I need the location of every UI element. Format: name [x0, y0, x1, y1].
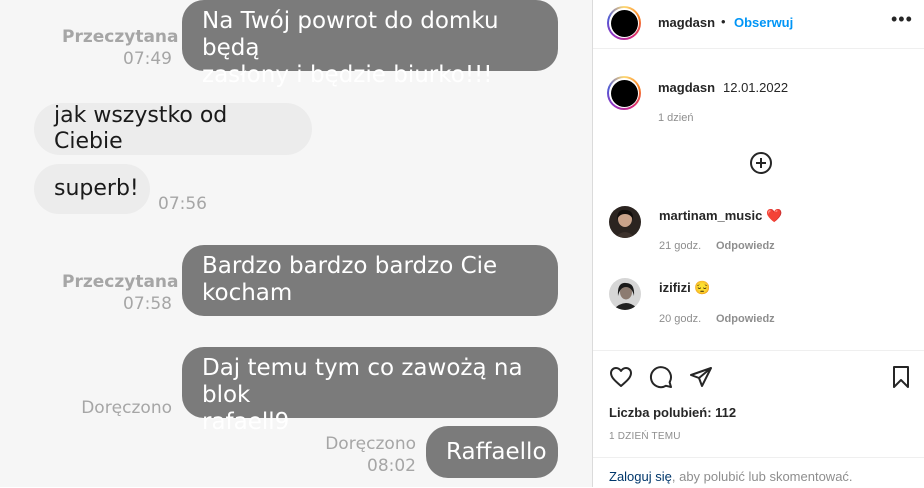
caption-age: 1 dzień — [658, 112, 694, 124]
post-actions — [593, 350, 924, 389]
send-icon[interactable] — [689, 365, 713, 389]
comment-username[interactable]: martinam_music — [659, 208, 762, 223]
likes-count[interactable]: Liczba polubień: 112 — [609, 405, 736, 420]
reply-button[interactable]: Odpowiedz — [716, 313, 775, 325]
incoming-message: superb! — [34, 164, 150, 214]
message-time: 07:56 — [158, 194, 207, 214]
avatar[interactable] — [607, 6, 641, 40]
message-status: Doręczono — [81, 398, 172, 418]
comment-text: izifizi 😔 — [659, 280, 711, 296]
post-age: 1 DZIEŃ TEMU — [609, 431, 681, 442]
more-horizontal-icon[interactable]: ••• — [891, 9, 913, 30]
bookmark-icon[interactable] — [889, 365, 913, 389]
comment-age: 21 godz. — [659, 240, 702, 252]
incoming-message: jak wszystko od Ciebie — [34, 103, 312, 155]
heart-emoji: ❤️ — [765, 208, 783, 223]
avatar[interactable] — [609, 278, 641, 310]
post-side-panel: magdasn • Obserwuj ••• magdasn 12.01.202… — [592, 0, 924, 487]
post-header: magdasn • Obserwuj ••• — [593, 0, 924, 49]
follow-button[interactable]: Obserwuj — [734, 15, 793, 30]
avatar[interactable] — [607, 76, 641, 110]
caption-username[interactable]: magdasn — [658, 80, 715, 95]
comment-username[interactable]: izifizi — [659, 280, 691, 295]
comment-text: martinam_music ❤️ — [659, 208, 782, 224]
outgoing-message: Raffaello — [426, 426, 558, 478]
comment-age: 20 godz. — [659, 313, 702, 325]
reply-button[interactable]: Odpowiedz — [716, 240, 775, 252]
outgoing-message: Na Twój powrot do domku będą zasłony i b… — [182, 0, 558, 88]
login-prompt-text: , aby polubić lub skomentować. — [671, 469, 853, 484]
message-status: Doręczono 08:02 — [306, 433, 416, 477]
pensive-emoji: 😔 — [694, 280, 711, 295]
heart-icon[interactable] — [609, 365, 633, 389]
login-footer: Zaloguj się, aby polubić lub skomentować… — [593, 457, 924, 488]
message-status: Przeczytana 07:58 — [62, 272, 179, 314]
message-time: 07:58 — [123, 294, 172, 314]
message-time: 07:49 — [123, 49, 172, 69]
comment-icon[interactable] — [649, 365, 673, 389]
message-status: Przeczytana 07:49 — [62, 27, 179, 69]
login-link[interactable]: Zaloguj się — [609, 469, 672, 484]
outgoing-message: Daj temu tym co zawożą na blok rafaell9 — [182, 347, 558, 435]
avatar[interactable] — [609, 206, 641, 238]
author-username[interactable]: magdasn — [658, 15, 715, 30]
separator-dot: • — [721, 14, 726, 29]
message-time: 08:02 — [367, 456, 416, 476]
chat-screenshot-image: Przeczytana 07:49 Na Twój powrot do domk… — [0, 0, 592, 487]
caption-text: 12.01.2022 — [723, 80, 789, 95]
outgoing-message: Bardzo bardzo bardzo Cie kocham — [182, 245, 558, 316]
load-more-comments-icon[interactable] — [750, 152, 772, 174]
